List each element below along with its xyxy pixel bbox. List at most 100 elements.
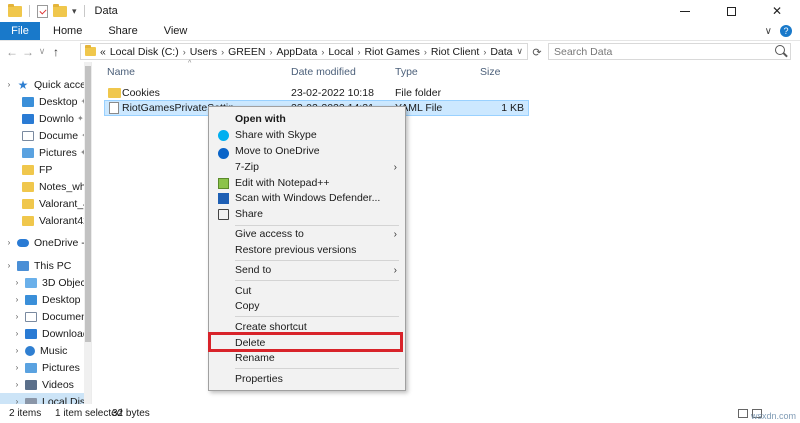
submenu-arrow-icon: › bbox=[393, 264, 397, 276]
maximize-button[interactable] bbox=[708, 0, 754, 22]
minimize-button[interactable] bbox=[662, 0, 708, 22]
sidebar-item-pc-documents[interactable]: › Documents bbox=[12, 308, 91, 325]
menu-item-send-to[interactable]: Send to › bbox=[209, 262, 405, 278]
address-bar[interactable]: « Local Disk (C:) › Users › GREEN › AppD… bbox=[80, 43, 528, 60]
tab-home[interactable]: Home bbox=[40, 22, 95, 40]
sidebar-item-label: Docume bbox=[39, 129, 79, 142]
menu-item-label: Share with Skype bbox=[235, 129, 317, 141]
breadcrumb-green[interactable]: GREEN bbox=[228, 46, 265, 58]
up-icon[interactable]: ↑ bbox=[48, 45, 64, 59]
breadcrumb-users[interactable]: Users bbox=[190, 46, 217, 58]
details-view-icon[interactable] bbox=[738, 409, 748, 418]
menu-item-cut[interactable]: Cut bbox=[209, 283, 405, 299]
recent-locations-icon[interactable]: ∨ bbox=[36, 46, 48, 57]
menu-item-restore-versions[interactable]: Restore previous versions bbox=[209, 242, 405, 258]
sidebar-item-fp[interactable]: FP bbox=[22, 161, 52, 178]
menu-item-label: Restore previous versions bbox=[235, 244, 357, 256]
expander-icon[interactable]: › bbox=[12, 346, 22, 355]
navigation-scrollbar[interactable] bbox=[84, 62, 91, 404]
sidebar-item-3d-objects[interactable]: › 3D Objects bbox=[12, 274, 91, 291]
breadcrumb-local-disk[interactable]: Local Disk (C:) bbox=[110, 46, 179, 58]
breadcrumb-data[interactable]: Data bbox=[490, 46, 512, 58]
expander-icon[interactable]: › bbox=[12, 278, 22, 287]
sidebar-item-pc-pictures[interactable]: › Pictures bbox=[12, 359, 80, 376]
address-overflow[interactable]: « bbox=[100, 46, 106, 58]
expander-icon[interactable]: › bbox=[12, 397, 22, 404]
expander-icon[interactable]: › bbox=[4, 238, 14, 247]
file-row-cookies[interactable]: Cookies 23-02-2022 10:18 File folder bbox=[104, 85, 529, 101]
sidebar-item-label: Downlo bbox=[39, 112, 75, 125]
expander-icon[interactable]: › bbox=[4, 80, 14, 89]
sidebar-item-downloads[interactable]: Downlo ✦ bbox=[22, 110, 84, 127]
menu-item-give-access[interactable]: Give access to › bbox=[209, 226, 405, 242]
column-header-size[interactable]: Size bbox=[480, 66, 500, 80]
expander-icon[interactable]: › bbox=[12, 329, 22, 338]
sidebar-item-valorant-42[interactable]: Valorant42_ bbox=[22, 212, 91, 229]
menu-item-open-with[interactable]: Open with bbox=[209, 111, 405, 127]
expander-icon[interactable]: › bbox=[4, 261, 14, 270]
tab-file[interactable]: File bbox=[0, 22, 40, 40]
sidebar-item-documents[interactable]: Docume ✦ bbox=[22, 127, 88, 144]
search-input[interactable]: Search Data bbox=[548, 43, 791, 60]
sidebar-item-notes[interactable]: Notes_wha bbox=[22, 178, 91, 195]
menu-item-copy[interactable]: Copy bbox=[209, 298, 405, 314]
menu-separator bbox=[235, 316, 399, 317]
sidebar-item-quick-access[interactable]: › ★ Quick access bbox=[4, 76, 91, 93]
customize-toolbar-icon[interactable]: ▾ bbox=[72, 6, 77, 17]
expander-icon[interactable]: › bbox=[12, 312, 22, 321]
sidebar-item-onedrive[interactable]: › OneDrive - P bbox=[4, 234, 91, 251]
breadcrumb-appdata[interactable]: AppData bbox=[276, 46, 317, 58]
breadcrumb-local[interactable]: Local bbox=[328, 46, 353, 58]
folder-icon bbox=[22, 198, 34, 209]
scrollbar-thumb[interactable] bbox=[85, 66, 91, 342]
sidebar-item-videos[interactable]: › Videos bbox=[12, 376, 74, 393]
forward-icon[interactable]: → bbox=[20, 45, 36, 59]
onedrive-icon bbox=[218, 148, 229, 159]
menu-item-share[interactable]: Share bbox=[209, 206, 405, 222]
menu-item-notepadpp[interactable]: Edit with Notepad++ bbox=[209, 175, 405, 191]
videos-icon bbox=[25, 379, 37, 390]
breadcrumb-riot-client[interactable]: Riot Client bbox=[431, 46, 479, 58]
refresh-icon[interactable]: ⟳ bbox=[531, 44, 543, 60]
sidebar-item-pictures[interactable]: Pictures ✦ bbox=[22, 144, 87, 161]
expander-icon[interactable]: › bbox=[12, 380, 22, 389]
menu-item-move-onedrive[interactable]: Move to OneDrive bbox=[209, 143, 405, 159]
menu-item-label: Properties bbox=[235, 373, 283, 385]
sidebar-item-music[interactable]: › Music bbox=[12, 342, 68, 359]
sidebar-item-pc-downloads[interactable]: › Downloads bbox=[12, 325, 91, 342]
menu-item-share-skype[interactable]: Share with Skype bbox=[209, 127, 405, 143]
menu-item-rename[interactable]: Rename bbox=[209, 350, 405, 366]
sidebar-item-this-pc[interactable]: › This PC bbox=[4, 257, 72, 274]
folder-icon[interactable] bbox=[8, 3, 22, 17]
tab-view[interactable]: View bbox=[151, 22, 201, 40]
expand-ribbon-icon[interactable]: ∨ bbox=[765, 26, 772, 37]
column-header-name[interactable]: Name bbox=[107, 66, 135, 80]
address-dropdown-icon[interactable]: ∨ bbox=[516, 46, 523, 57]
title-bar: ▾ Data ✕ bbox=[0, 0, 800, 22]
sidebar-item-desktop[interactable]: Desktop ✦ bbox=[22, 93, 87, 110]
properties-icon[interactable] bbox=[37, 4, 48, 18]
menu-item-properties[interactable]: Properties bbox=[209, 371, 405, 387]
expander-icon[interactable]: › bbox=[12, 363, 22, 372]
menu-item-scan-defender[interactable]: Scan with Windows Defender... bbox=[209, 190, 405, 206]
back-icon[interactable]: ← bbox=[4, 45, 20, 59]
pin-icon: ✦ bbox=[77, 114, 84, 123]
sidebar-item-valorant-43[interactable]: Valorant_43 bbox=[22, 195, 91, 212]
toolbar-divider bbox=[29, 5, 30, 17]
folder-icon bbox=[22, 181, 34, 192]
menu-item-7zip[interactable]: 7-Zip › bbox=[209, 159, 405, 175]
sidebar-item-local-disk[interactable]: › Local Disk ( bbox=[0, 393, 91, 404]
tab-share[interactable]: Share bbox=[95, 22, 150, 40]
column-header-type[interactable]: Type bbox=[395, 66, 418, 80]
help-icon[interactable]: ? bbox=[780, 25, 792, 37]
close-button[interactable]: ✕ bbox=[754, 0, 800, 22]
breadcrumb-riot-games[interactable]: Riot Games bbox=[364, 46, 419, 58]
search-icon bbox=[775, 45, 785, 55]
expander-icon[interactable]: › bbox=[12, 295, 22, 304]
documents-icon bbox=[22, 130, 34, 141]
skype-icon bbox=[218, 129, 229, 141]
sidebar-item-pc-desktop[interactable]: › Desktop bbox=[12, 291, 81, 308]
status-bar: 2 items 1 item selected 32 bytes wsxdn.c… bbox=[0, 404, 800, 423]
new-folder-icon[interactable] bbox=[53, 3, 67, 17]
column-header-date[interactable]: Date modified bbox=[291, 66, 356, 80]
